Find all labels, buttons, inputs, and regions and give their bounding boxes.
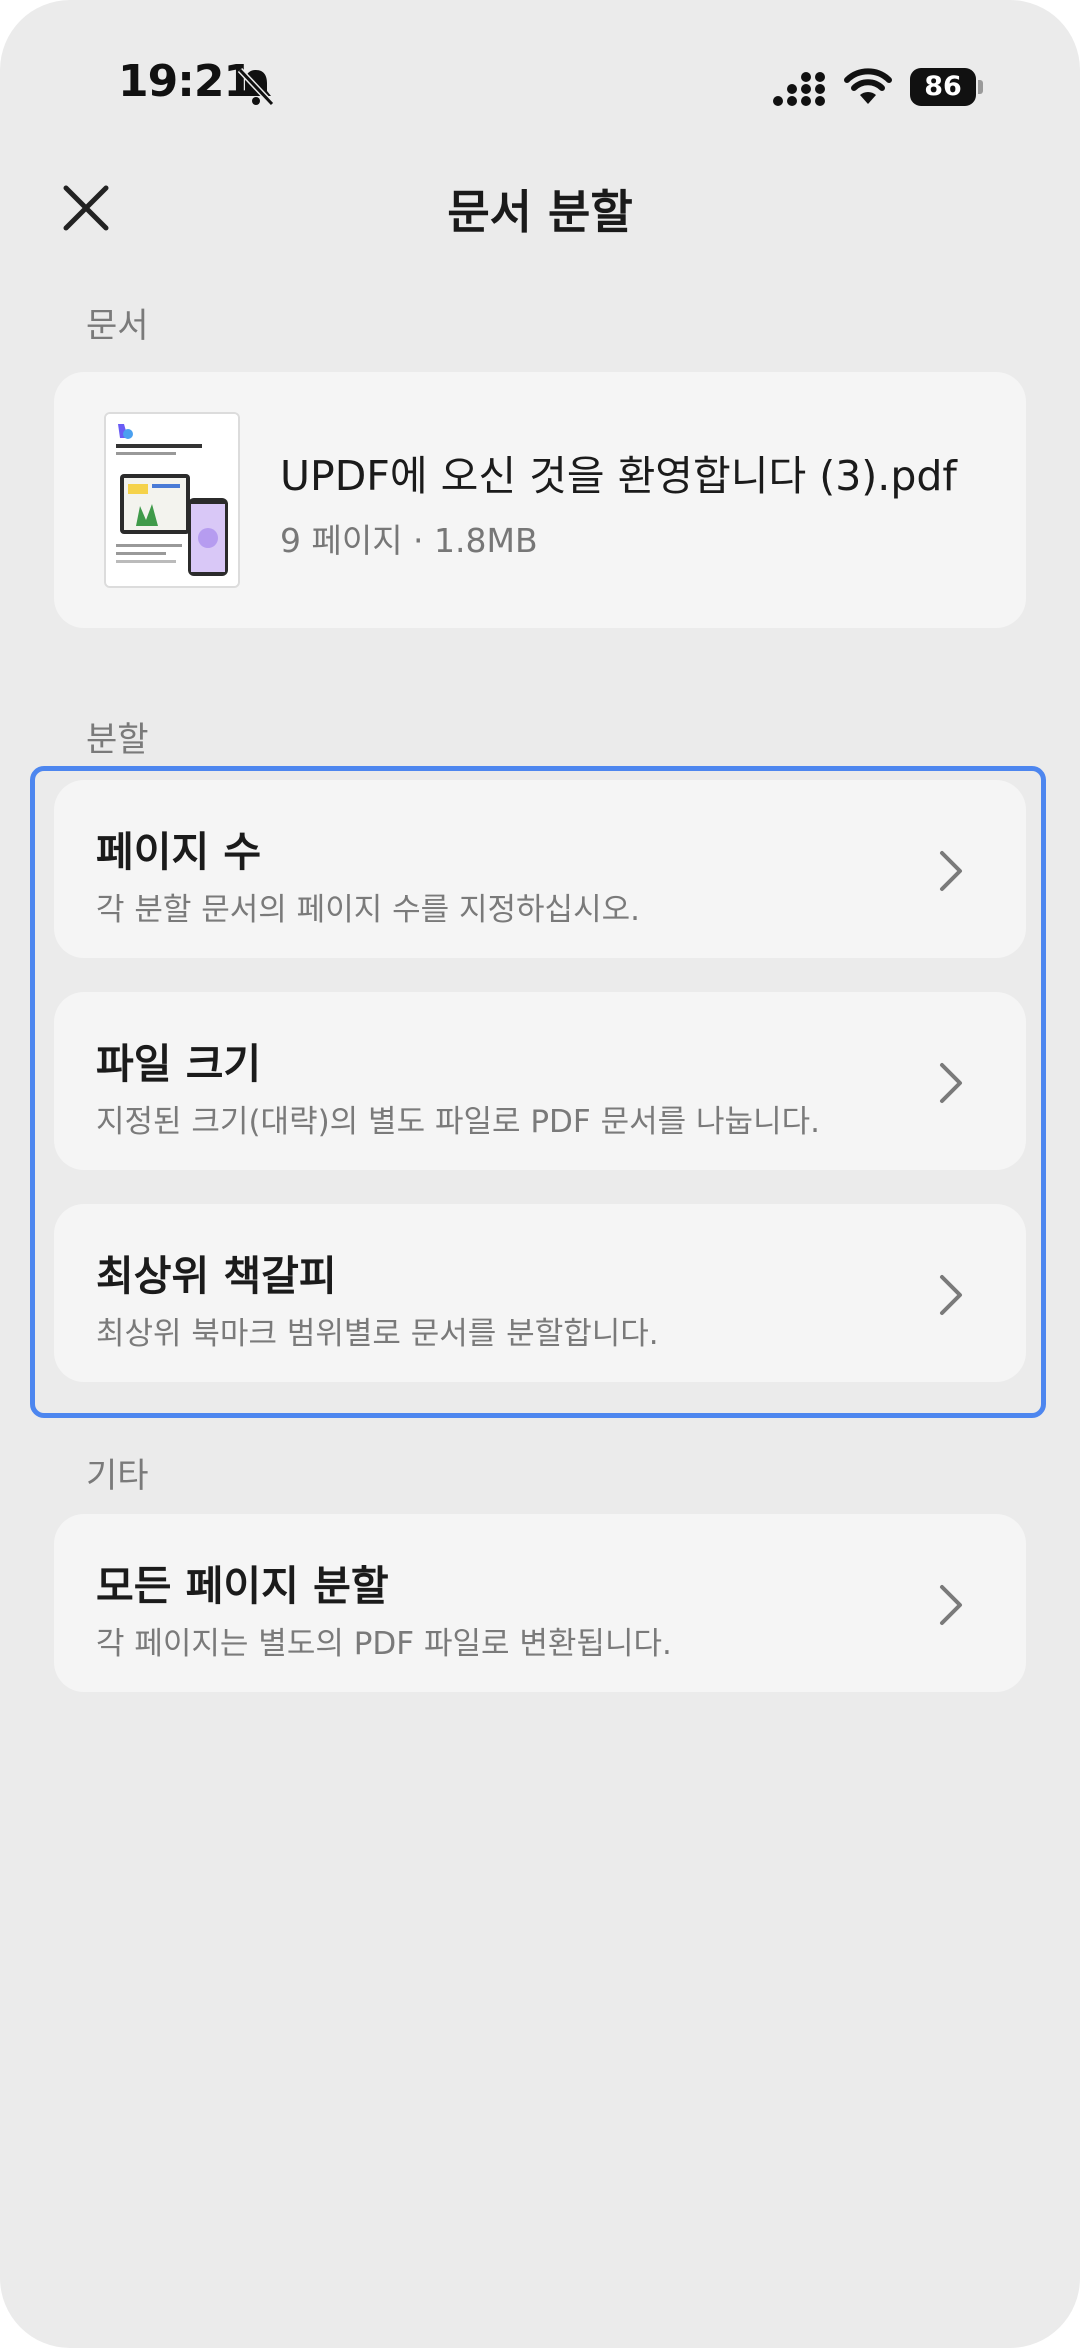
option-description: 지정된 크기(대략)의 별도 파일로 PDF 문서를 나눕니다.	[96, 1104, 820, 1140]
document-name: UPDF에 오신 것을 환영합니다 (3).pdf	[280, 452, 957, 500]
chevron-right-icon	[940, 1275, 962, 1315]
split-option-all-pages[interactable]: 모든 페이지 분할 각 페이지는 별도의 PDF 파일로 변환됩니다.	[54, 1514, 1026, 1692]
split-option-file-size[interactable]: 파일 크기 지정된 크기(대략)의 별도 파일로 PDF 문서를 나눕니다.	[54, 992, 1026, 1170]
document-thumbnail	[104, 412, 240, 588]
chevron-right-icon	[940, 1585, 962, 1625]
option-title: 최상위 책갈피	[96, 1252, 337, 1300]
chevron-right-icon	[940, 851, 962, 891]
screen: 19:21 86 문서 분할 문서 UPDF에 오신 것을 환영합니다 (3).…	[0, 0, 1080, 2348]
status-time: 19:21	[118, 56, 254, 107]
option-title: 파일 크기	[96, 1040, 262, 1088]
option-title: 페이지 수	[96, 828, 262, 876]
signal-icon	[773, 72, 825, 106]
chevron-right-icon	[940, 1063, 962, 1103]
option-title: 모든 페이지 분할	[96, 1562, 389, 1610]
page-title: 문서 분할	[447, 185, 633, 239]
battery-icon: 86	[910, 68, 983, 106]
document-card[interactable]: UPDF에 오신 것을 환영합니다 (3).pdf 9 페이지 · 1.8MB	[54, 372, 1026, 628]
option-description: 최상위 북마크 범위별로 문서를 분할합니다.	[96, 1316, 659, 1352]
document-meta: 9 페이지 · 1.8MB	[280, 521, 538, 560]
option-description: 각 페이지는 별도의 PDF 파일로 변환됩니다.	[96, 1626, 672, 1662]
section-label-other: 기타	[86, 1456, 149, 1496]
split-option-page-count[interactable]: 페이지 수 각 분할 문서의 페이지 수를 지정하십시오.	[54, 780, 1026, 958]
option-description: 각 분할 문서의 페이지 수를 지정하십시오.	[96, 892, 640, 928]
battery-level: 86	[910, 68, 976, 106]
bell-muted-icon	[237, 67, 275, 107]
battery-tip	[978, 80, 983, 94]
thumbnail-preview-icon	[106, 414, 238, 586]
split-option-top-bookmark[interactable]: 최상위 책갈피 최상위 북마크 범위별로 문서를 분할합니다.	[54, 1204, 1026, 1382]
section-label-split: 분할	[86, 720, 149, 760]
wifi-icon	[844, 68, 892, 104]
section-label-document: 문서	[86, 306, 149, 346]
